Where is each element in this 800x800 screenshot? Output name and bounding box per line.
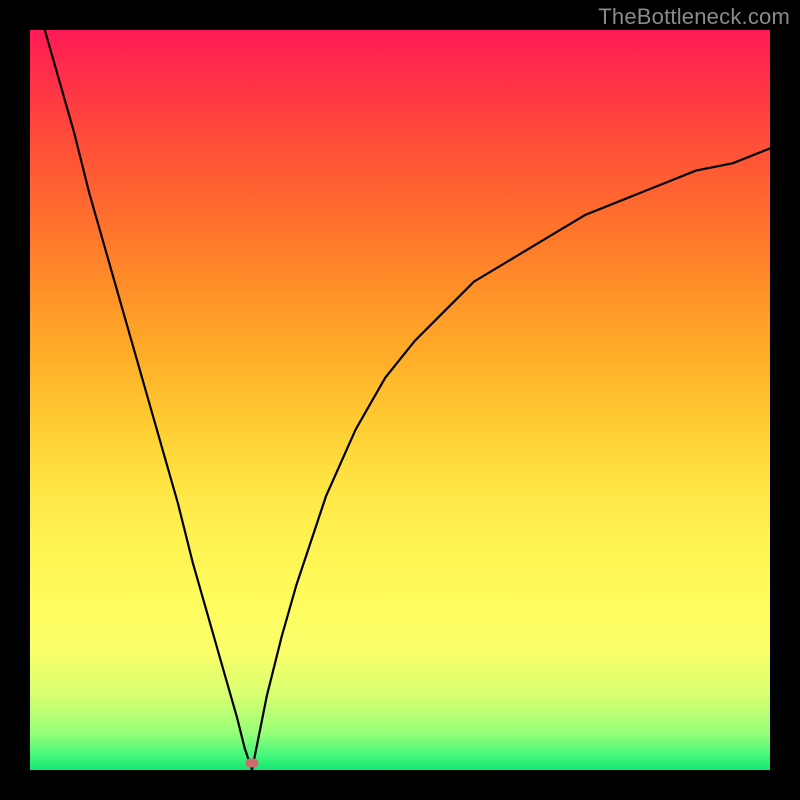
chart-curve (30, 30, 770, 770)
curve-right-branch (252, 148, 770, 770)
curve-left-branch (45, 30, 252, 770)
chart-plot-area (30, 30, 770, 770)
chart-outer-frame: TheBottleneck.com (0, 0, 800, 800)
curve-min-marker (246, 758, 259, 767)
watermark-text: TheBottleneck.com (598, 4, 790, 30)
